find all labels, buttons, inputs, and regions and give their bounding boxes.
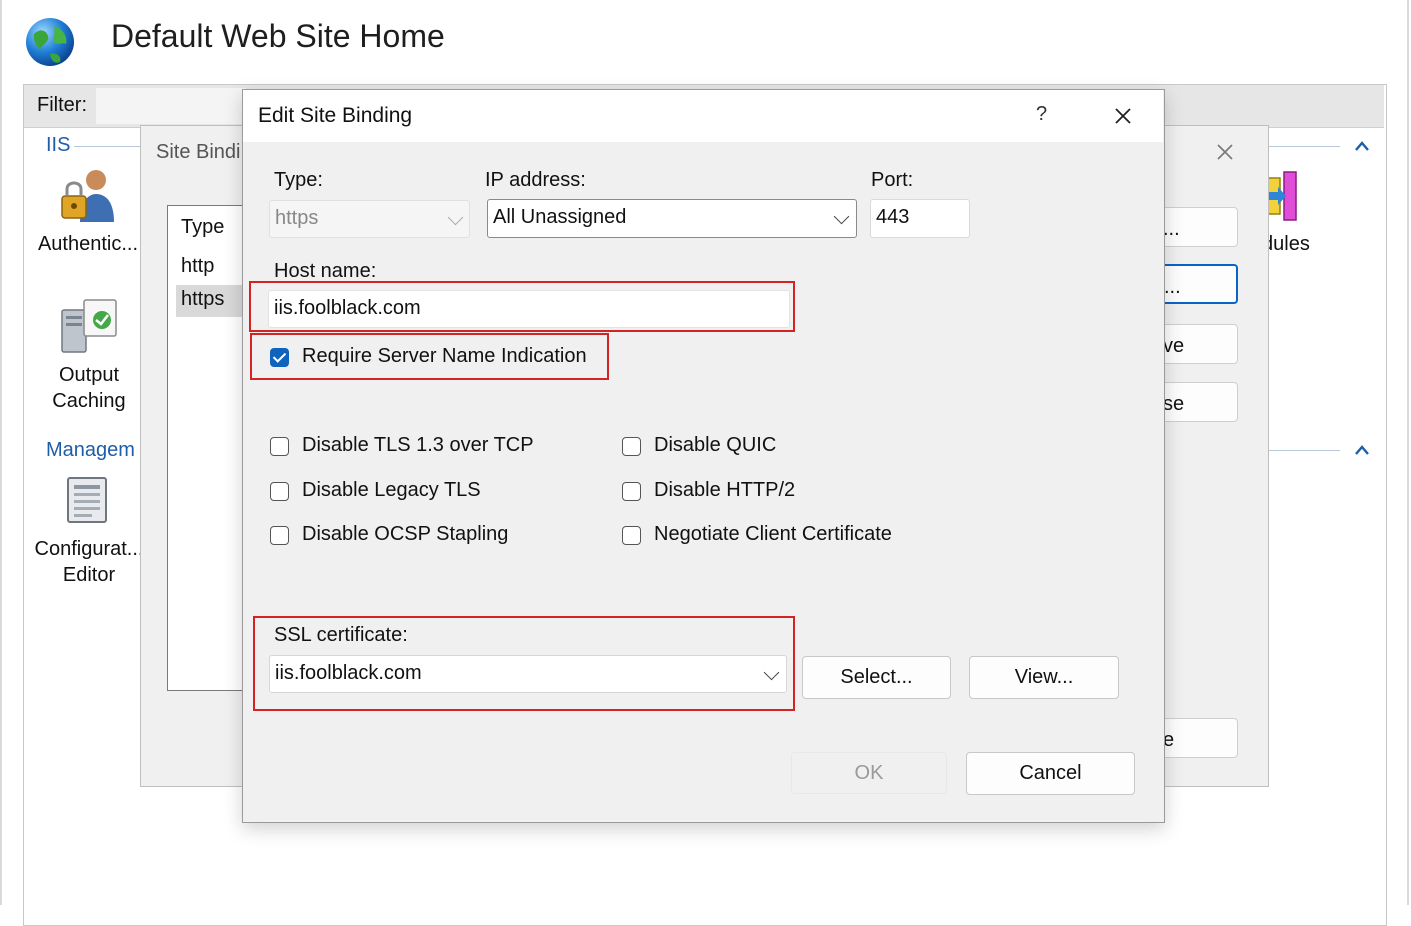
type-label: Type: (274, 169, 323, 191)
close-icon[interactable] (1114, 107, 1132, 125)
group-divider (1268, 450, 1340, 451)
select-certificate-button[interactable]: Select... (802, 656, 951, 699)
modules-icon[interactable] (1264, 170, 1300, 222)
feature-label-line: Output (58, 364, 120, 386)
output-caching-icon[interactable] (58, 296, 122, 356)
disable-quic-checkbox[interactable] (622, 437, 641, 456)
filter-label: Filter: (37, 94, 87, 116)
highlight-box-host-name (249, 281, 795, 332)
site-bindings-title: Site Bindi (156, 141, 241, 163)
chevron-up-icon[interactable] (1354, 140, 1370, 152)
feature-label-line: Configurat... (34, 538, 144, 560)
group-divider (1268, 146, 1340, 147)
feature-label-configuration-editor: Configurat... Editor (24, 536, 154, 588)
group-divider (74, 146, 142, 147)
type-select[interactable]: https (269, 200, 470, 238)
column-header-type[interactable]: Type (181, 216, 224, 239)
close-icon[interactable] (1216, 143, 1234, 161)
dialog-title: Edit Site Binding (258, 104, 413, 127)
view-certificate-button[interactable]: View... (969, 656, 1119, 699)
disable-legacy-tls-checkbox[interactable] (270, 482, 289, 501)
disable-http2-label[interactable]: Disable HTTP/2 (654, 479, 795, 502)
highlight-box-ssl-certificate (253, 616, 795, 711)
group-header-management[interactable]: Managem (46, 439, 135, 462)
highlight-box-sni (250, 333, 609, 380)
feature-label-authentication: Authentic... (37, 233, 139, 255)
port-input[interactable]: 443 (870, 199, 970, 238)
globe-icon (26, 18, 74, 66)
help-button[interactable]: ? (1036, 103, 1047, 126)
disable-quic-label[interactable]: Disable QUIC (654, 434, 776, 457)
feature-label-modules: dules (1262, 233, 1310, 255)
filter-input[interactable] (96, 88, 246, 124)
chevron-up-icon[interactable] (1354, 444, 1370, 456)
disable-tls13-label[interactable]: Disable TLS 1.3 over TCP (302, 434, 534, 457)
binding-row-https[interactable]: https (181, 288, 224, 311)
disable-tls13-checkbox[interactable] (270, 437, 289, 456)
negotiate-client-cert-label[interactable]: Negotiate Client Certificate (654, 523, 892, 546)
feature-label-line: Caching (52, 390, 126, 412)
feature-label-line: Editor (62, 564, 116, 586)
disable-ocsp-checkbox[interactable] (270, 526, 289, 545)
window-border-left (0, 0, 2, 905)
window-border-right (1407, 0, 1409, 905)
negotiate-client-cert-checkbox[interactable] (622, 526, 641, 545)
host-name-label: Host name: (274, 260, 377, 282)
page-title: Default Web Site Home (111, 18, 445, 54)
port-label: Port: (871, 169, 914, 191)
group-header-iis[interactable]: IIS (46, 134, 70, 157)
binding-row-http[interactable]: http (181, 255, 214, 278)
ok-button[interactable]: OK (791, 752, 947, 794)
disable-legacy-tls-label[interactable]: Disable Legacy TLS (302, 479, 481, 502)
disable-http2-checkbox[interactable] (622, 482, 641, 501)
authentication-icon[interactable] (60, 166, 120, 226)
feature-label-output-caching: Output Caching (30, 362, 148, 414)
configuration-editor-icon[interactable] (64, 476, 112, 526)
ip-address-select[interactable]: All Unassigned (487, 199, 857, 238)
ip-address-label: IP address: (485, 169, 586, 191)
cancel-button[interactable]: Cancel (966, 752, 1135, 795)
disable-ocsp-label[interactable]: Disable OCSP Stapling (302, 523, 508, 546)
